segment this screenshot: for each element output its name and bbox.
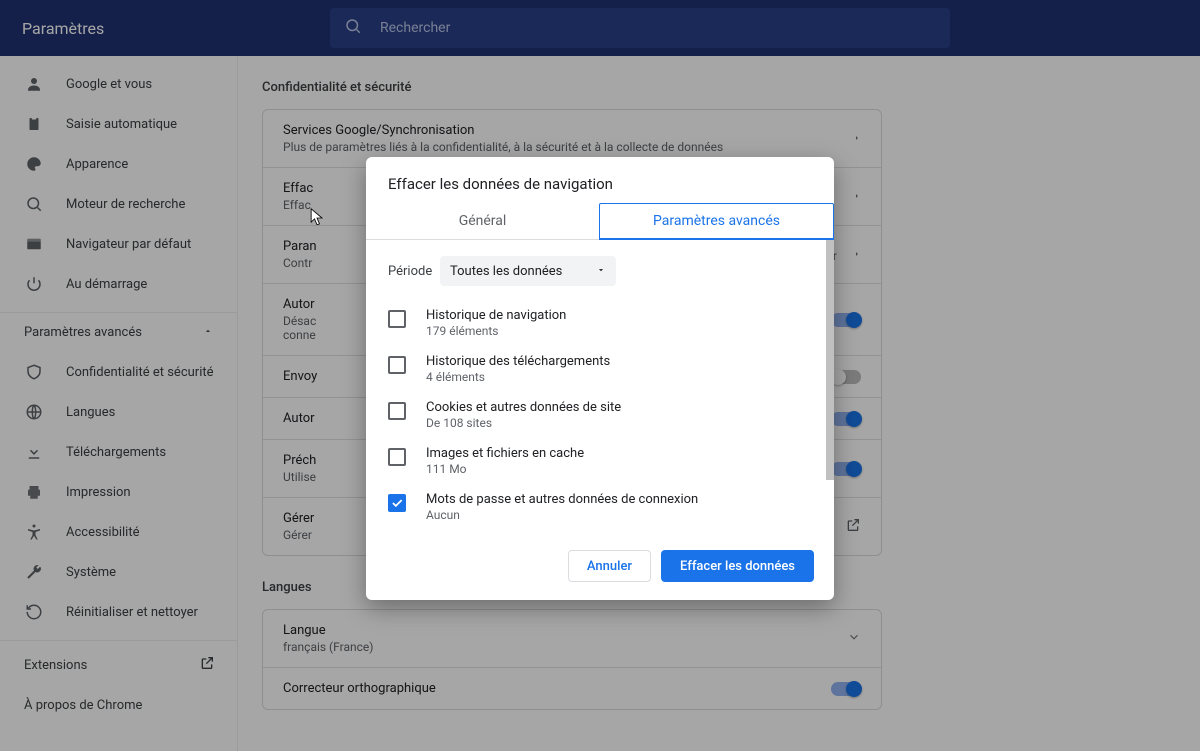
dialog-body: Période Toutes les données Historique de… xyxy=(366,240,834,536)
checkbox[interactable] xyxy=(388,356,406,374)
chk-title: Historique des téléchargements xyxy=(426,354,610,369)
chk-sub: 111 Mo xyxy=(426,462,584,476)
chk-sub: Aucun xyxy=(426,508,698,522)
tab-advanced[interactable]: Paramètres avancés xyxy=(599,203,834,240)
period-value: Toutes les données xyxy=(450,264,562,279)
checkbox-row-cookies[interactable]: Cookies et autres données de siteDe 108 … xyxy=(388,392,812,438)
period-select[interactable]: Toutes les données xyxy=(440,256,616,286)
chk-sub: 4 éléments xyxy=(426,370,610,384)
cancel-button[interactable]: Annuler xyxy=(568,550,651,582)
chk-sub: De 108 sites xyxy=(426,416,621,430)
modal-overlay[interactable]: Effacer les données de navigation Généra… xyxy=(0,0,1200,751)
confirm-button[interactable]: Effacer les données xyxy=(661,550,814,582)
checkbox-row-autofill[interactable]: Données de saisie automatique xyxy=(388,530,812,536)
checkbox-row-passwords[interactable]: Mots de passe et autres données de conne… xyxy=(388,484,812,530)
period-label: Période xyxy=(388,264,440,279)
chk-sub: 179 éléments xyxy=(426,324,566,338)
checkbox[interactable] xyxy=(388,448,406,466)
checkbox-row-cache[interactable]: Images et fichiers en cache111 Mo xyxy=(388,438,812,484)
dialog-title: Effacer les données de navigation xyxy=(366,157,834,203)
checkbox[interactable] xyxy=(388,310,406,328)
chk-title: Mots de passe et autres données de conne… xyxy=(426,492,698,507)
clear-data-dialog: Effacer les données de navigation Généra… xyxy=(366,157,834,600)
scrollbar[interactable] xyxy=(826,240,834,480)
checkbox-row-downloads[interactable]: Historique des téléchargements4 éléments xyxy=(388,346,812,392)
checkbox[interactable] xyxy=(388,494,406,512)
dialog-tabs: Général Paramètres avancés xyxy=(366,203,834,240)
chevron-down-icon xyxy=(596,264,606,279)
chk-title: Historique de navigation xyxy=(426,308,566,323)
chk-title: Images et fichiers en cache xyxy=(426,446,584,461)
dialog-actions: Annuler Effacer les données xyxy=(366,536,834,600)
checkbox[interactable] xyxy=(388,402,406,420)
checkbox-row-history[interactable]: Historique de navigation179 éléments xyxy=(388,300,812,346)
tab-general[interactable]: Général xyxy=(366,203,599,239)
chk-title: Cookies et autres données de site xyxy=(426,400,621,415)
